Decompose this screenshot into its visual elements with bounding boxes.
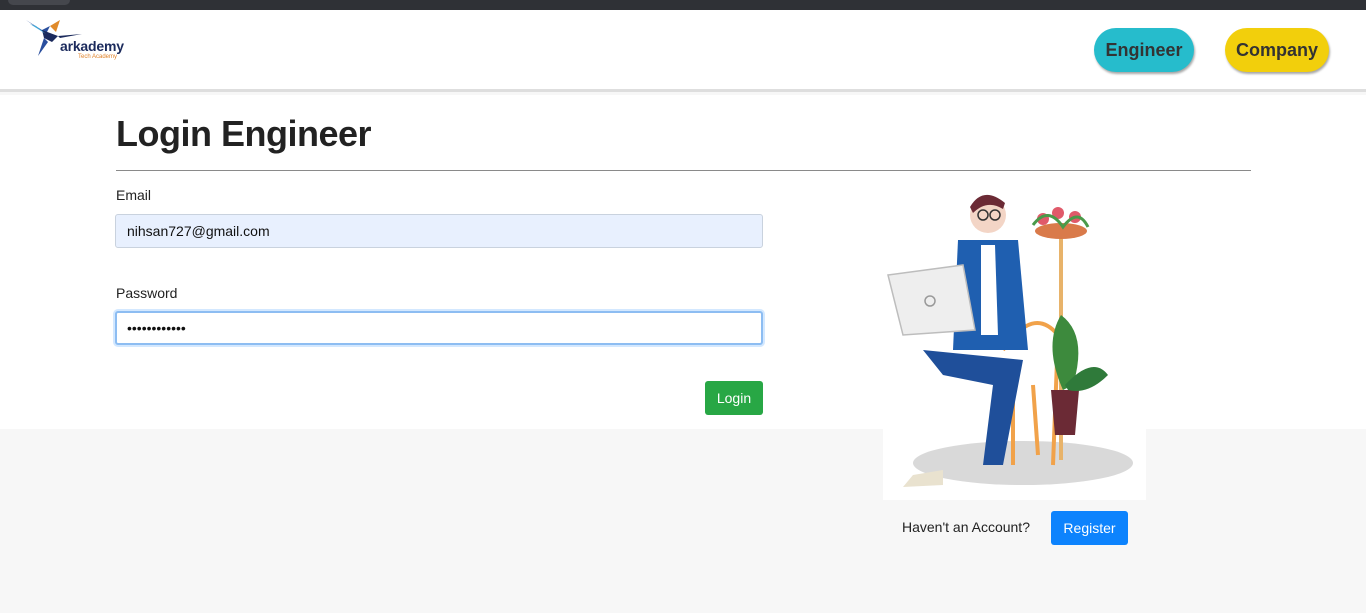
illustration-image	[883, 185, 1146, 500]
login-button[interactable]: Login	[705, 381, 763, 415]
password-field[interactable]	[115, 311, 763, 345]
page-title: Login Engineer	[116, 113, 372, 154]
no-account-prompt: Haven't an Account?	[902, 519, 1030, 535]
brand-tagline: Tech Academy	[78, 54, 118, 60]
brand-name: arkademy	[60, 38, 124, 54]
navbar: arkademy Tech Academy Engineer Company	[0, 10, 1366, 92]
password-label: Password	[116, 285, 178, 301]
email-label: Email	[116, 187, 152, 203]
register-button[interactable]: Register	[1051, 511, 1128, 545]
arkademy-logo[interactable]: arkademy Tech Academy	[24, 16, 144, 68]
engineer-nav-button[interactable]: Engineer	[1094, 28, 1194, 72]
browser-tab[interactable]	[8, 0, 70, 5]
company-nav-button[interactable]: Company	[1225, 28, 1329, 72]
browser-top-strip	[0, 0, 1366, 10]
email-field[interactable]	[115, 214, 763, 248]
title-divider	[116, 170, 1251, 171]
person-with-laptop-illustration	[887, 194, 1133, 487]
